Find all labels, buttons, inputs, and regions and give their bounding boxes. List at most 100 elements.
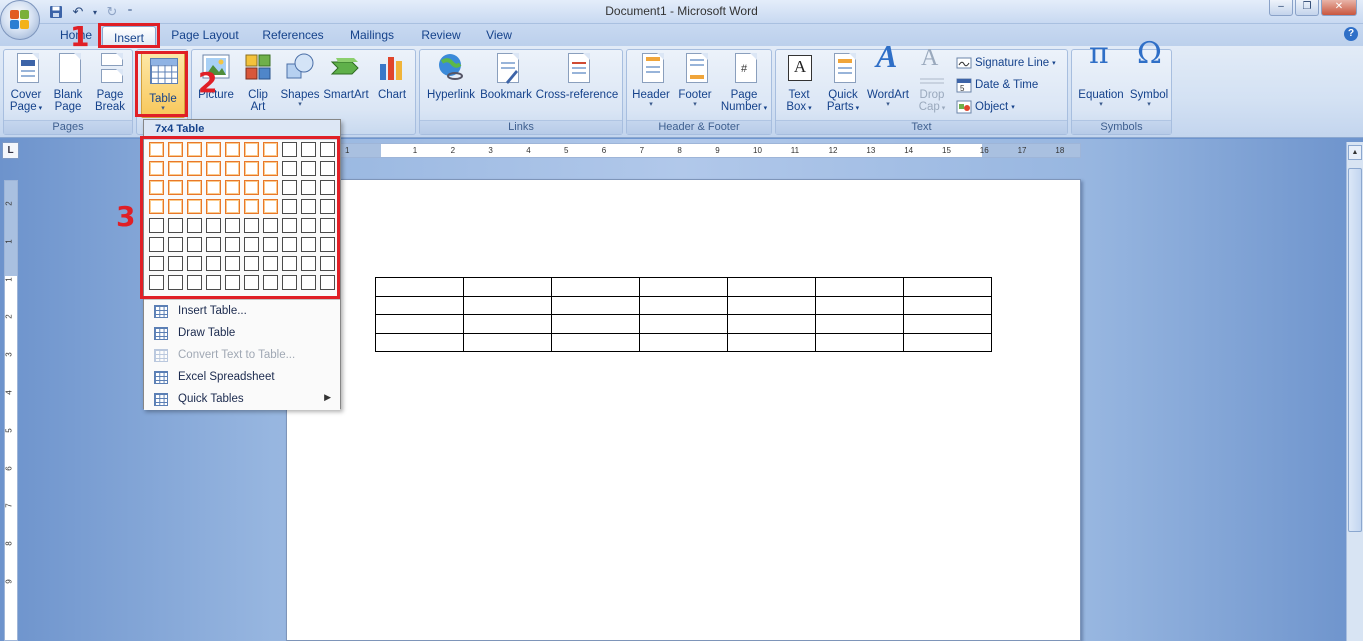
signature-line-button[interactable]: Signature Line ▾ xyxy=(956,54,1056,72)
restore-button[interactable]: ❐ xyxy=(1295,0,1319,16)
grid-cell[interactable] xyxy=(187,275,202,290)
grid-cell[interactable] xyxy=(320,256,335,271)
grid-cell[interactable] xyxy=(320,237,335,252)
draw-table-item[interactable]: Draw Table xyxy=(144,322,340,344)
grid-cell[interactable] xyxy=(320,275,335,290)
equation-button[interactable]: π Equation ▾ xyxy=(1074,39,1128,109)
tab-insert[interactable]: Insert xyxy=(102,26,156,47)
grid-cell[interactable] xyxy=(301,237,316,252)
grid-cell[interactable] xyxy=(244,256,259,271)
grid-cell[interactable] xyxy=(320,199,335,214)
grid-cell[interactable] xyxy=(168,256,183,271)
grid-cell[interactable] xyxy=(282,218,297,233)
grid-cell[interactable] xyxy=(244,180,259,195)
grid-cell[interactable] xyxy=(168,199,183,214)
page-break-button[interactable]: Page Break xyxy=(90,52,130,113)
scroll-thumb[interactable] xyxy=(1348,168,1362,532)
table-cell[interactable] xyxy=(375,277,464,297)
grid-cell[interactable] xyxy=(282,161,297,176)
table-cell[interactable] xyxy=(551,332,640,352)
cover-page-button[interactable]: Cover Page ▾ xyxy=(6,52,46,115)
grid-cell[interactable] xyxy=(187,180,202,195)
close-button[interactable]: ✕ xyxy=(1321,0,1357,16)
table-cell[interactable] xyxy=(375,295,464,315)
vertical-scrollbar[interactable]: ▲ xyxy=(1346,142,1363,641)
grid-cell[interactable] xyxy=(149,218,164,233)
grid-cell[interactable] xyxy=(225,256,240,271)
grid-cell[interactable] xyxy=(206,275,221,290)
minimize-button[interactable]: – xyxy=(1269,0,1293,16)
grid-cell[interactable] xyxy=(206,256,221,271)
grid-cell[interactable] xyxy=(282,142,297,157)
table-cell[interactable] xyxy=(463,332,552,352)
table-cell[interactable] xyxy=(815,332,904,352)
table-cell[interactable] xyxy=(463,295,552,315)
grid-cell[interactable] xyxy=(263,199,278,214)
grid-cell[interactable] xyxy=(263,275,278,290)
grid-cell[interactable] xyxy=(149,256,164,271)
symbol-button[interactable]: Ω Symbol ▾ xyxy=(1128,39,1170,109)
tab-mailings[interactable]: Mailings xyxy=(344,28,400,46)
table-cell[interactable] xyxy=(551,277,640,297)
grid-cell[interactable] xyxy=(206,161,221,176)
grid-cell[interactable] xyxy=(282,237,297,252)
clip-art-button[interactable]: Clip Art xyxy=(238,52,278,113)
shapes-button[interactable]: Shapes ▾ xyxy=(278,52,322,109)
footer-button[interactable]: Footer ▾ xyxy=(673,52,717,109)
smartart-button[interactable]: SmartArt xyxy=(322,52,370,101)
grid-cell[interactable] xyxy=(244,237,259,252)
grid-cell[interactable] xyxy=(168,237,183,252)
horizontal-ruler[interactable]: 1 1 2 3 4 5 6 7 8 9 10 11 12 13 14 15 16 17 18 xyxy=(286,143,1081,158)
grid-cell[interactable] xyxy=(263,180,278,195)
tab-references[interactable]: References xyxy=(258,28,328,46)
table-cell[interactable] xyxy=(815,295,904,315)
grid-cell[interactable] xyxy=(206,180,221,195)
table-cell[interactable] xyxy=(903,314,992,334)
grid-cell[interactable] xyxy=(282,199,297,214)
grid-cell[interactable] xyxy=(149,142,164,157)
blank-page-button[interactable]: Blank Page xyxy=(48,52,88,113)
grid-cell[interactable] xyxy=(225,199,240,214)
grid-cell[interactable] xyxy=(187,218,202,233)
grid-cell[interactable] xyxy=(168,275,183,290)
grid-cell[interactable] xyxy=(263,256,278,271)
excel-spreadsheet-item[interactable]: Excel Spreadsheet xyxy=(144,366,340,388)
table-cell[interactable] xyxy=(463,314,552,334)
grid-cell[interactable] xyxy=(168,218,183,233)
grid-cell[interactable] xyxy=(149,199,164,214)
table-cell[interactable] xyxy=(815,314,904,334)
grid-cell[interactable] xyxy=(206,218,221,233)
tab-page-layout[interactable]: Page Layout xyxy=(168,28,242,46)
grid-cell[interactable] xyxy=(149,180,164,195)
cross-reference-button[interactable]: Cross-reference xyxy=(534,52,620,101)
table-cell[interactable] xyxy=(639,277,728,297)
table-cell[interactable] xyxy=(375,314,464,334)
office-button[interactable] xyxy=(0,0,40,40)
text-box-button[interactable]: A Text Box ▾ xyxy=(778,52,820,115)
page-number-button[interactable]: # Page Number ▾ xyxy=(719,52,769,115)
tab-selector[interactable]: L xyxy=(2,142,19,159)
grid-cell[interactable] xyxy=(301,256,316,271)
grid-cell[interactable] xyxy=(301,218,316,233)
tab-view[interactable]: View xyxy=(482,28,516,46)
grid-cell[interactable] xyxy=(168,161,183,176)
grid-cell[interactable] xyxy=(320,142,335,157)
table-cell[interactable] xyxy=(903,332,992,352)
grid-cell[interactable] xyxy=(149,237,164,252)
table-cell[interactable] xyxy=(375,332,464,352)
grid-cell[interactable] xyxy=(187,199,202,214)
grid-cell[interactable] xyxy=(225,218,240,233)
grid-cell[interactable] xyxy=(301,142,316,157)
grid-cell[interactable] xyxy=(301,161,316,176)
grid-cell[interactable] xyxy=(187,237,202,252)
help-icon[interactable]: ? xyxy=(1344,27,1358,41)
grid-cell[interactable] xyxy=(206,237,221,252)
grid-cell[interactable] xyxy=(320,161,335,176)
grid-cell[interactable] xyxy=(244,142,259,157)
table-cell[interactable] xyxy=(727,314,816,334)
grid-cell[interactable] xyxy=(282,180,297,195)
grid-cell[interactable] xyxy=(187,161,202,176)
wordart-button[interactable]: A WordArt ▾ xyxy=(864,40,912,109)
grid-cell[interactable] xyxy=(320,180,335,195)
table-cell[interactable] xyxy=(815,277,904,297)
